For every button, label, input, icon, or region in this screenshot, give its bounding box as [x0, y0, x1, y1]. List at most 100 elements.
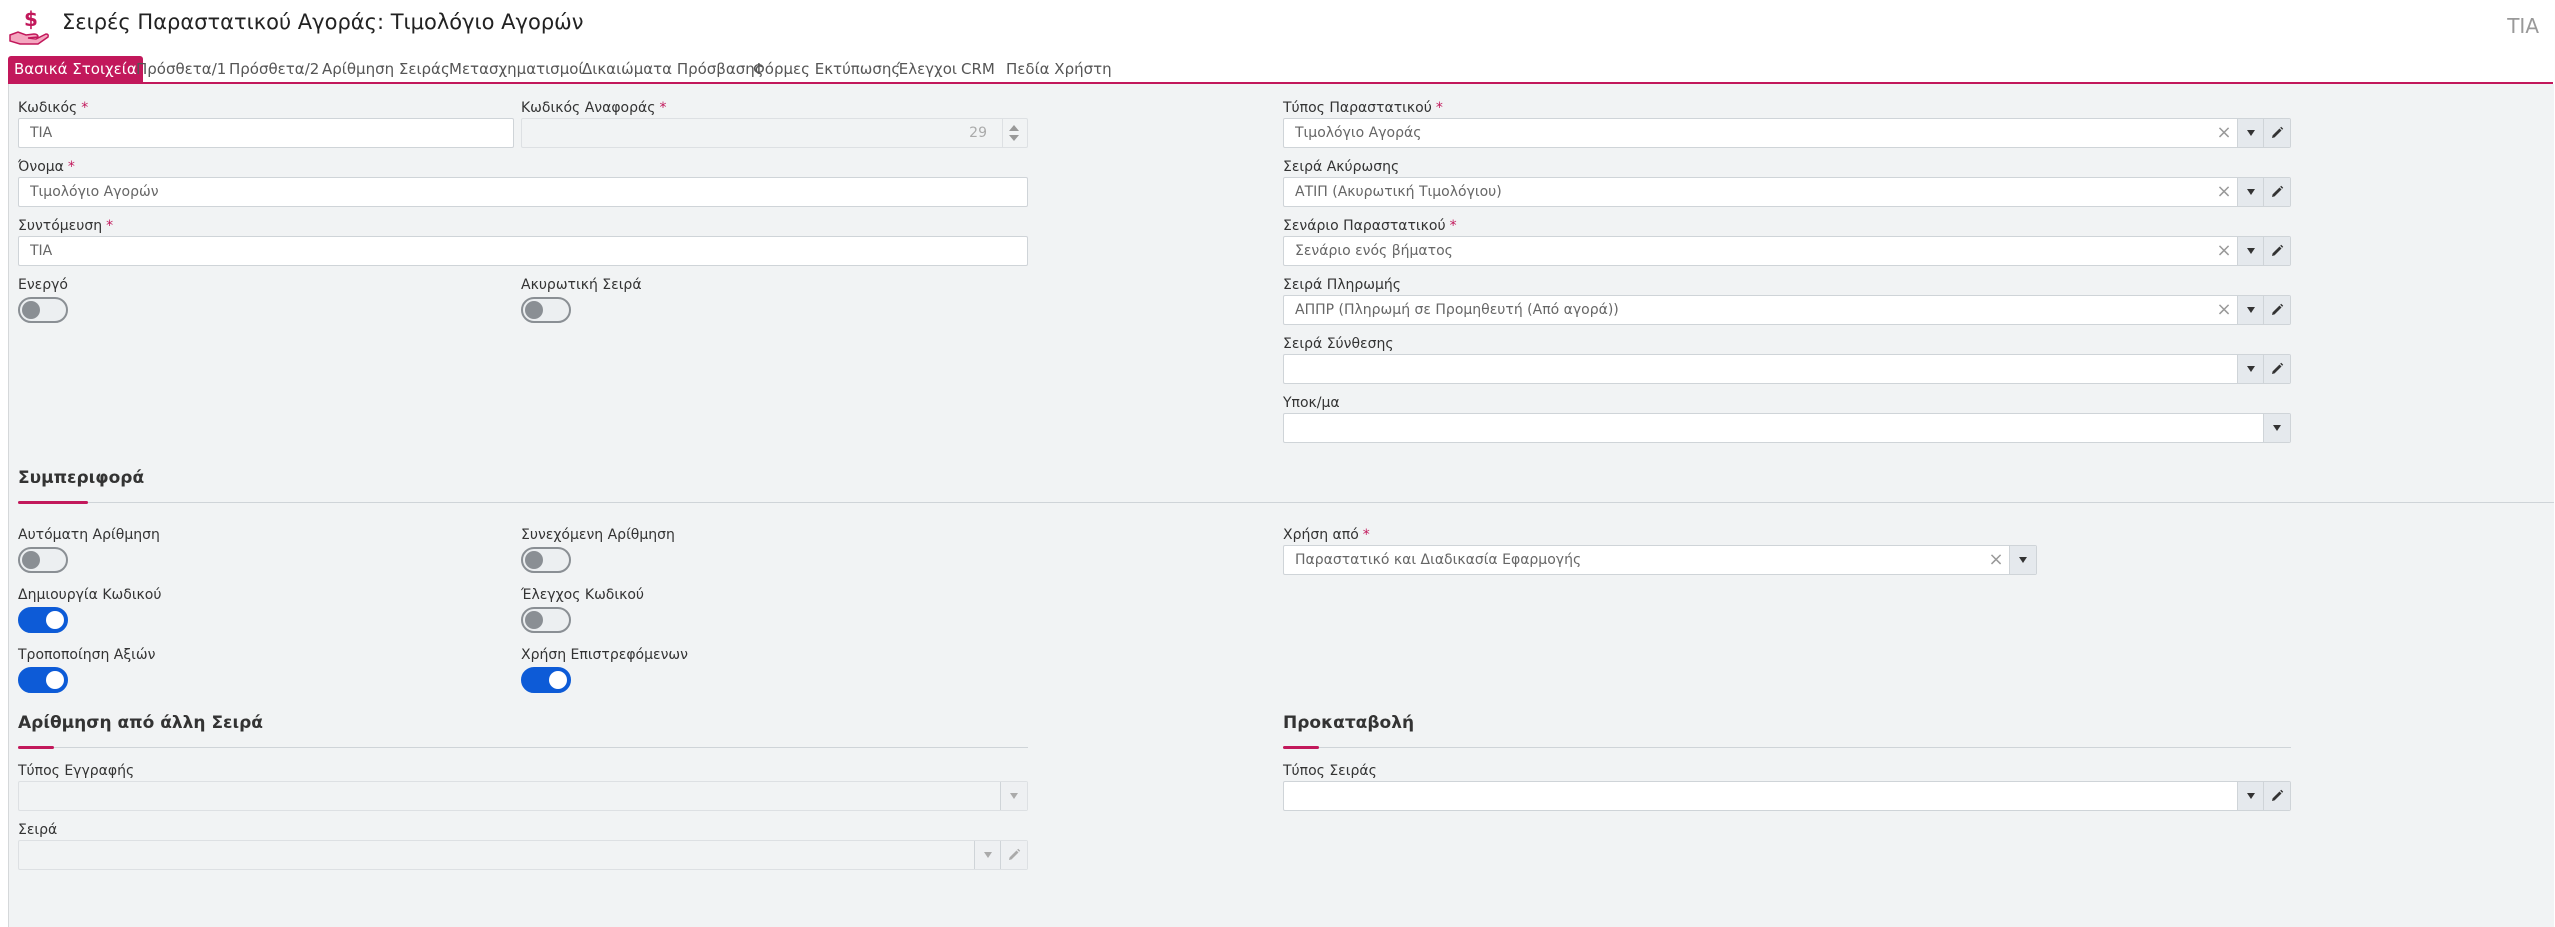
dropdown-button[interactable] [2263, 414, 2290, 442]
pencil-icon [2272, 789, 2284, 801]
section-accent [1283, 746, 1319, 749]
prepayment-section-title: Προκαταβολή [1283, 713, 1415, 733]
modify-values-toggle[interactable] [18, 667, 68, 693]
check-code-toggle[interactable] [521, 607, 571, 633]
series-type-label: Τύπος Σειράς [1283, 763, 1377, 779]
dropdown-button[interactable] [2237, 119, 2264, 147]
edit-button[interactable] [2263, 782, 2290, 810]
auto-numbering-label: Αυτόματη Αρίθμηση [18, 527, 160, 543]
tab-checks[interactable]: Έλεγχοι [891, 56, 963, 82]
doc-scenario-select[interactable]: Σενάριο ενός βήματος × [1283, 236, 2291, 266]
clear-icon[interactable]: × [2214, 296, 2234, 324]
page-title: Σειρές Παραστατικού Αγοράς: Τιμολόγιο Αγ… [62, 10, 584, 34]
branch-label: Υποκ/μα [1283, 395, 1340, 411]
series-type-select[interactable] [1283, 781, 2291, 811]
record-type-select[interactable] [18, 781, 1028, 811]
tab-bar: Βασικά Στοιχεία Πρόσθετα/1 Πρόσθετα/2 Αρ… [8, 56, 2553, 84]
edit-button[interactable] [2263, 296, 2290, 324]
edit-button[interactable] [1000, 841, 1027, 869]
payment-series-select[interactable]: ΑΠΠΡ (Πληρωμή σε Προμηθευτή (Από αγορά))… [1283, 295, 2291, 325]
tab-series-numbering[interactable]: Αρίθμηση Σειράς [316, 56, 456, 82]
create-code-label: Δημιουργία Κωδικού [18, 587, 162, 603]
code-label: Κωδικός * [18, 100, 89, 116]
payment-series-label: Σειρά Πληρωμής [1283, 277, 1402, 293]
edit-button[interactable] [2263, 178, 2290, 206]
chevron-down-icon [2019, 557, 2027, 563]
tab-basic-info[interactable]: Βασικά Στοιχεία [8, 56, 143, 82]
name-value: Τιμολόγιο Αγορών [30, 184, 159, 200]
used-by-label: Χρήση από * [1283, 527, 1370, 543]
dropdown-button[interactable] [974, 841, 1001, 869]
create-code-toggle[interactable] [18, 607, 68, 633]
section-divider [1283, 747, 2291, 748]
edit-button[interactable] [2263, 237, 2290, 265]
doc-scenario-value: Σενάριο ενός βήματος [1295, 243, 1453, 259]
ref-code-stepper[interactable] [1002, 119, 1027, 147]
cancel-series-label: Ακυρωτική Σειρά [521, 277, 642, 293]
clear-icon[interactable]: × [1986, 546, 2006, 574]
active-toggle[interactable] [18, 297, 68, 323]
active-label: Ενεργό [18, 277, 68, 293]
clear-icon[interactable]: × [2214, 178, 2234, 206]
dropdown-button[interactable] [2009, 546, 2036, 574]
cancel-series-ref-select[interactable]: ΑΤΙΠ (Ακυρωτική Τιμολόγιου) × [1283, 177, 2291, 207]
chevron-down-icon [2247, 189, 2255, 195]
tab-transformations[interactable]: Μετασχηματισμοί [443, 56, 590, 82]
modify-values-label: Τροποποίηση Αξιών [18, 647, 156, 663]
tab-crm[interactable]: CRM [955, 56, 1001, 82]
dropdown-button[interactable] [1000, 782, 1027, 810]
tab-print-forms[interactable]: Φόρμες Εκτύπωσης [747, 56, 906, 82]
tab-extra-1[interactable]: Πρόσθετα/1 [130, 56, 232, 82]
chevron-down-icon [2247, 130, 2255, 136]
purchase-payment-icon: $ [9, 8, 49, 45]
name-field[interactable]: Τιμολόγιο Αγορών [18, 177, 1028, 207]
pencil-icon [2272, 126, 2284, 138]
dropdown-button[interactable] [2237, 178, 2264, 206]
cancel-series-toggle[interactable] [521, 297, 571, 323]
chevron-down-icon [2247, 307, 2255, 313]
abbr-field[interactable]: ΤΙΑ [18, 236, 1028, 266]
continuous-numbering-toggle[interactable] [521, 547, 571, 573]
series-select[interactable] [18, 840, 1028, 870]
used-by-value: Παραστατικό και Διαδικασία Εφαρμογής [1295, 552, 1582, 568]
doc-type-value: Τιμολόγιο Αγοράς [1295, 125, 1422, 141]
record-type-label: Τύπος Εγγραφής [18, 763, 135, 779]
code-value: ΤΙΑ [30, 125, 53, 141]
tab-extra-2[interactable]: Πρόσθετα/2 [223, 56, 325, 82]
section-accent [18, 501, 88, 504]
clear-icon[interactable]: × [2214, 237, 2234, 265]
use-returns-toggle[interactable] [521, 667, 571, 693]
edit-button[interactable] [2263, 119, 2290, 147]
dropdown-button[interactable] [2237, 355, 2264, 383]
branch-select[interactable] [1283, 413, 2291, 443]
dropdown-button[interactable] [2237, 782, 2264, 810]
clear-icon[interactable]: × [2214, 119, 2234, 147]
tab-user-fields[interactable]: Πεδία Χρήστη [1000, 56, 1118, 82]
doc-type-select[interactable]: Τιμολόγιο Αγοράς × [1283, 118, 2291, 148]
ref-code-label: Κωδικός Αναφοράς * [521, 100, 667, 116]
chevron-down-icon [1010, 793, 1018, 799]
series-label: Σειρά [18, 822, 58, 838]
edit-button[interactable] [2263, 355, 2290, 383]
page-header: $ Σειρές Παραστατικού Αγοράς: Τιμολόγιο … [0, 0, 2555, 55]
dropdown-button[interactable] [2237, 237, 2264, 265]
section-accent [18, 746, 54, 749]
stepper-up-icon[interactable] [1009, 125, 1019, 131]
abbr-value: ΤΙΑ [30, 243, 53, 259]
used-by-select[interactable]: Παραστατικό και Διαδικασία Εφαρμογής × [1283, 545, 2037, 575]
stepper-down-icon[interactable] [1009, 135, 1019, 141]
tab-access-rights[interactable]: Δικαιώματα Πρόσβασης [576, 56, 770, 82]
dropdown-button[interactable] [2237, 296, 2264, 324]
payment-series-value: ΑΠΠΡ (Πληρωμή σε Προμηθευτή (Από αγορά)) [1295, 302, 1619, 318]
code-field[interactable]: ΤΙΑ [18, 118, 514, 148]
svg-text:$: $ [24, 8, 38, 31]
pencil-icon [2272, 244, 2284, 256]
chevron-down-icon [2247, 793, 2255, 799]
composition-series-select[interactable] [1283, 354, 2291, 384]
pencil-icon [1009, 848, 1021, 860]
auto-numbering-toggle[interactable] [18, 547, 68, 573]
ref-code-field[interactable]: 29 [521, 118, 1028, 148]
record-code: ΤΙΑ [2507, 14, 2539, 38]
chevron-down-icon [2247, 248, 2255, 254]
ref-code-value: 29 [969, 125, 987, 141]
